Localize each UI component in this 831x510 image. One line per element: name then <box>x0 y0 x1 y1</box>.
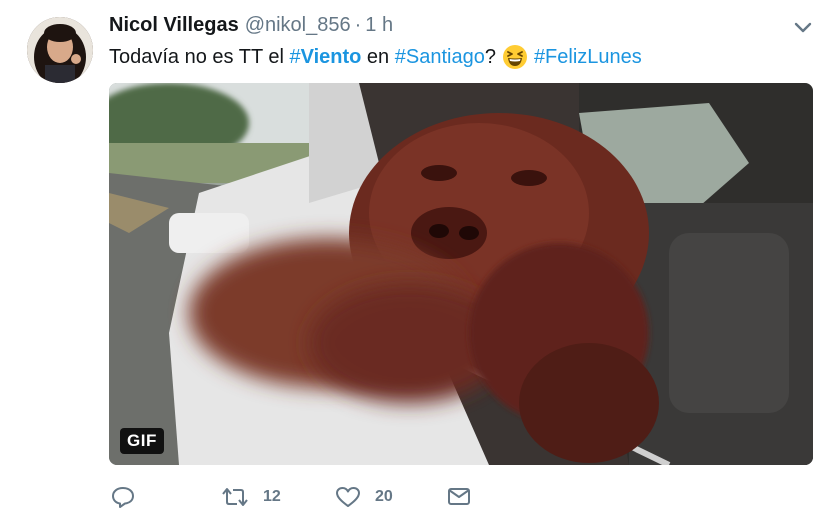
tweet-timestamp[interactable]: 1 h <box>365 14 393 37</box>
tweet-text: Todavía no es TT el #Viento en #Santiago… <box>109 44 642 70</box>
tweet-text-before: Todavía no es TT el <box>109 45 290 68</box>
like-button[interactable]: 20 <box>335 486 393 508</box>
tweet-actions: 12 20 <box>109 486 709 510</box>
grinning-squinting-face-icon <box>502 44 528 70</box>
author-name[interactable]: Nicol Villegas <box>109 14 239 37</box>
tweet-text-question: ? <box>484 45 496 68</box>
chevron-down-icon[interactable] <box>792 18 814 36</box>
retweet-count: 12 <box>263 488 281 505</box>
hashtag-viento-word: Viento <box>300 45 362 68</box>
tweet-text-middle: en <box>361 45 395 68</box>
retweet-icon <box>221 486 249 508</box>
hashtag-viento-prefix: # <box>289 45 301 68</box>
author-handle[interactable]: @nikol_856 <box>245 14 351 37</box>
gif-badge: GIF <box>120 428 164 454</box>
retweet-button[interactable]: 12 <box>221 486 281 508</box>
hashtag-viento[interactable]: #Viento <box>289 46 361 69</box>
like-count: 20 <box>375 488 393 505</box>
reply-icon <box>111 486 135 508</box>
envelope-icon <box>447 486 471 506</box>
header-separator: · <box>354 14 362 36</box>
tweet-header: Nicol Villegas @nikol_856 · 1 h <box>109 14 771 40</box>
heart-icon <box>335 486 361 508</box>
hashtag-felizlunes[interactable]: #FelizLunes <box>534 46 642 69</box>
reply-button[interactable] <box>111 486 135 508</box>
hashtag-santiago[interactable]: #Santiago <box>395 46 485 69</box>
tweet-media-gif[interactable] <box>109 83 813 465</box>
direct-message-button[interactable] <box>447 486 471 506</box>
author-avatar[interactable] <box>27 17 93 83</box>
